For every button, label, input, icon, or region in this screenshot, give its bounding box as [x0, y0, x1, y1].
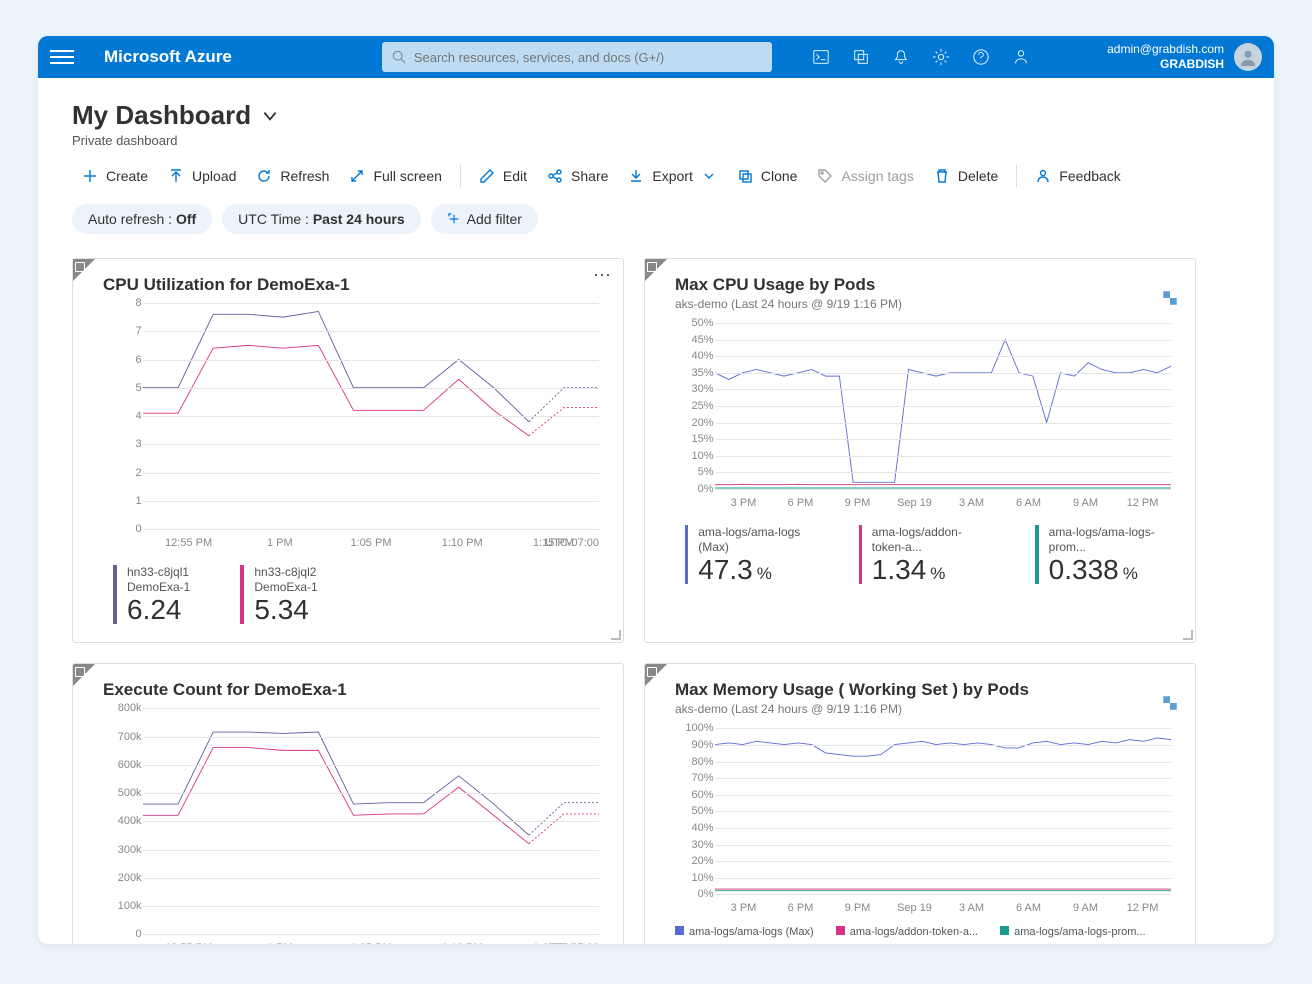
account-email: admin@grabdish.com: [1107, 42, 1224, 57]
dashboard-subtitle: Private dashboard: [72, 133, 1240, 148]
time-pill[interactable]: UTC Time : Past 24 hours: [222, 204, 421, 234]
refresh-label: Refresh: [280, 168, 329, 184]
tile-execute-count[interactable]: Execute Count for DemoExa-1 0100k200k300…: [72, 663, 624, 944]
legend-name: hn33-c8jql2: [254, 565, 317, 580]
avatar[interactable]: [1234, 43, 1262, 71]
legend-name: ama-logs/ama-logs (Max): [689, 926, 814, 938]
tile-filter-icon[interactable]: [645, 664, 667, 686]
feedback-button[interactable]: Feedback: [1025, 162, 1130, 190]
menu-icon[interactable]: [50, 45, 74, 69]
time-label: UTC Time :: [238, 211, 313, 227]
legend-name: ama-logs/ama-logs-prom...: [1014, 926, 1145, 938]
tile-filter-icon[interactable]: [73, 259, 95, 281]
tile-filter-icon[interactable]: [73, 664, 95, 686]
clone-button[interactable]: Clone: [727, 162, 808, 190]
chart-max-mem: 0%10%20%30%40%50%60%70%80%90%100%3 PM6 P…: [645, 722, 1195, 922]
export-button[interactable]: Export: [618, 162, 726, 190]
tile-cpu-utilization[interactable]: ⋯ CPU Utilization for DemoExa-1 01234567…: [72, 258, 624, 643]
tile-title: CPU Utilization for DemoExa-1: [73, 259, 623, 297]
notifications-icon[interactable]: [892, 48, 910, 66]
tile-more-icon[interactable]: ⋯: [593, 265, 613, 286]
edit-label: Edit: [503, 168, 527, 184]
search-box[interactable]: [382, 42, 772, 72]
add-filter-pill[interactable]: Add filter: [431, 204, 538, 234]
refresh-button[interactable]: Refresh: [246, 162, 339, 190]
dashboard-grid: ⋯ CPU Utilization for DemoExa-1 01234567…: [38, 244, 1274, 944]
help-icon[interactable]: [972, 48, 990, 66]
account-tenant: GRABDISH: [1107, 57, 1224, 72]
fullscreen-label: Full screen: [373, 168, 441, 184]
legend-value: 5.34: [254, 595, 317, 624]
autorefresh-label: Auto refresh :: [88, 211, 176, 227]
legend-unit: %: [1123, 564, 1138, 583]
edit-button[interactable]: Edit: [469, 162, 537, 190]
autorefresh-pill[interactable]: Auto refresh : Off: [72, 204, 212, 234]
directories-icon[interactable]: [852, 48, 870, 66]
add-filter-label: Add filter: [467, 211, 522, 227]
delete-label: Delete: [958, 168, 998, 184]
clone-label: Clone: [761, 168, 798, 184]
pin-icon[interactable]: [1161, 289, 1179, 307]
legend: ama-logs/ama-logs (Max)47.3% ama-logs/ad…: [645, 517, 1195, 602]
create-label: Create: [106, 168, 148, 184]
cloud-shell-icon[interactable]: [812, 48, 830, 66]
legend-unit: %: [757, 564, 772, 583]
tile-subtitle: aks-demo (Last 24 hours @ 9/19 1:16 PM): [645, 297, 1195, 317]
toolbar: Create Upload Refresh Full screen Edit S…: [38, 148, 1274, 190]
delete-button[interactable]: Delete: [924, 162, 1008, 190]
legend-value: 0.338: [1049, 554, 1119, 585]
chart-exec-count: 0100k200k300k400k500k600k700k800k12:55 P…: [73, 702, 623, 944]
autorefresh-value: Off: [176, 211, 196, 227]
legend-name: ama-logs/addon-token-a...: [872, 525, 986, 555]
upload-button[interactable]: Upload: [158, 162, 246, 190]
assign-tags-button: Assign tags: [807, 162, 923, 190]
export-label: Export: [652, 168, 692, 184]
resize-handle[interactable]: [1181, 628, 1195, 642]
chevron-down-icon: [261, 107, 279, 125]
topbar: Microsoft Azure admin@grabdish.com GRABD…: [38, 36, 1274, 78]
pin-icon[interactable]: [1161, 694, 1179, 712]
legend-unit: %: [930, 564, 945, 583]
legend-name: ama-logs/addon-token-a...: [850, 926, 978, 938]
legend-sub: DemoExa-1: [127, 580, 190, 595]
tile-max-memory-pods[interactable]: Max Memory Usage ( Working Set ) by Pods…: [644, 663, 1196, 944]
legend-name: hn33-c8jql1: [127, 565, 190, 580]
tile-title: Execute Count for DemoExa-1: [73, 664, 623, 702]
legend-name: ama-logs/ama-logs (Max): [698, 525, 808, 555]
tile-title: Max Memory Usage ( Working Set ) by Pods: [645, 664, 1195, 702]
legend-sub: DemoExa-1: [254, 580, 317, 595]
time-value: Past 24 hours: [313, 211, 405, 227]
tile-max-cpu-pods[interactable]: Max CPU Usage by Pods aks-demo (Last 24 …: [644, 258, 1196, 643]
legend-value: 6.24: [127, 595, 190, 624]
chart-cpu-util: 01234567812:55 PM1 PM1:05 PM1:10 PM1:15 …: [73, 297, 623, 557]
share-label: Share: [571, 168, 608, 184]
settings-icon[interactable]: [932, 48, 950, 66]
share-button[interactable]: Share: [537, 162, 618, 190]
tile-title: Max CPU Usage by Pods: [645, 259, 1195, 297]
brand-label: Microsoft Azure: [104, 47, 232, 67]
chevron-down-icon: [701, 168, 717, 184]
feedback-label: Feedback: [1059, 168, 1120, 184]
tile-filter-icon[interactable]: [645, 259, 667, 281]
legend: ama-logs/ama-logs (Max) ama-logs/addon-t…: [645, 922, 1195, 944]
tile-subtitle: aks-demo (Last 24 hours @ 9/19 1:16 PM): [645, 702, 1195, 722]
dashboard-title-text: My Dashboard: [72, 100, 251, 131]
search-icon: [392, 50, 406, 64]
chart-max-cpu: 0%5%10%15%20%25%30%35%40%45%50%3 PM6 PM9…: [645, 317, 1195, 517]
account-info[interactable]: admin@grabdish.com GRABDISH: [1107, 42, 1234, 72]
assign-tags-label: Assign tags: [841, 168, 913, 184]
legend-value: 47.3: [698, 554, 753, 585]
resize-handle[interactable]: [609, 628, 623, 642]
fullscreen-button[interactable]: Full screen: [339, 162, 451, 190]
legend-value: 1.34: [872, 554, 927, 585]
feedback-icon[interactable]: [1012, 48, 1030, 66]
add-filter-icon: [447, 212, 461, 226]
dashboard-title[interactable]: My Dashboard: [72, 100, 1240, 131]
search-input[interactable]: [414, 50, 762, 65]
upload-label: Upload: [192, 168, 236, 184]
create-button[interactable]: Create: [72, 162, 158, 190]
legend-name: ama-logs/ama-logs-prom...: [1049, 525, 1165, 555]
filter-pills: Auto refresh : Off UTC Time : Past 24 ho…: [38, 190, 1274, 244]
legend: hn33-c8jql1DemoExa-16.24 hn33-c8jql2Demo…: [73, 557, 623, 642]
